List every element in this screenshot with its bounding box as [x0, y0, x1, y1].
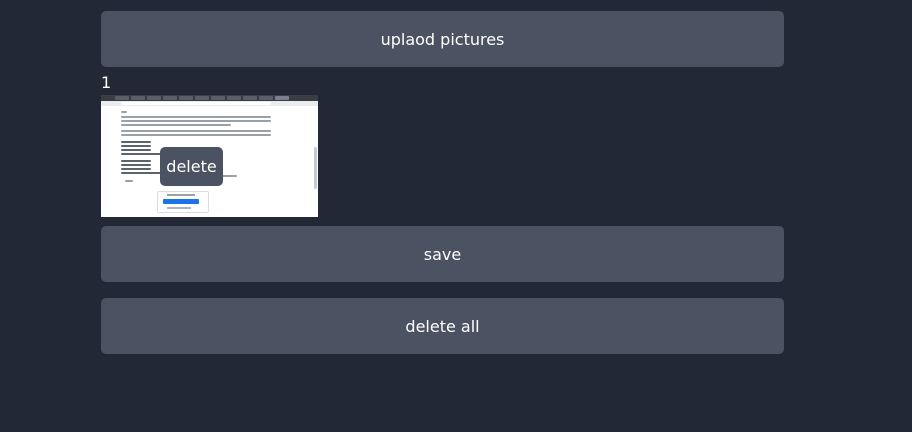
delete-picture-button[interactable]: delete [160, 147, 223, 186]
thumbnail-scrollbar [314, 147, 317, 189]
upload-pictures-button[interactable]: uplaod pictures [101, 11, 784, 67]
picture-thumbnail: delete [101, 95, 318, 217]
save-button[interactable]: save [101, 226, 784, 282]
delete-all-button[interactable]: delete all [101, 298, 784, 354]
page-content: uplaod pictures 1 delete save delete all [101, 11, 784, 354]
picture-count: 1 [101, 73, 112, 92]
browser-address-bar [101, 101, 318, 106]
